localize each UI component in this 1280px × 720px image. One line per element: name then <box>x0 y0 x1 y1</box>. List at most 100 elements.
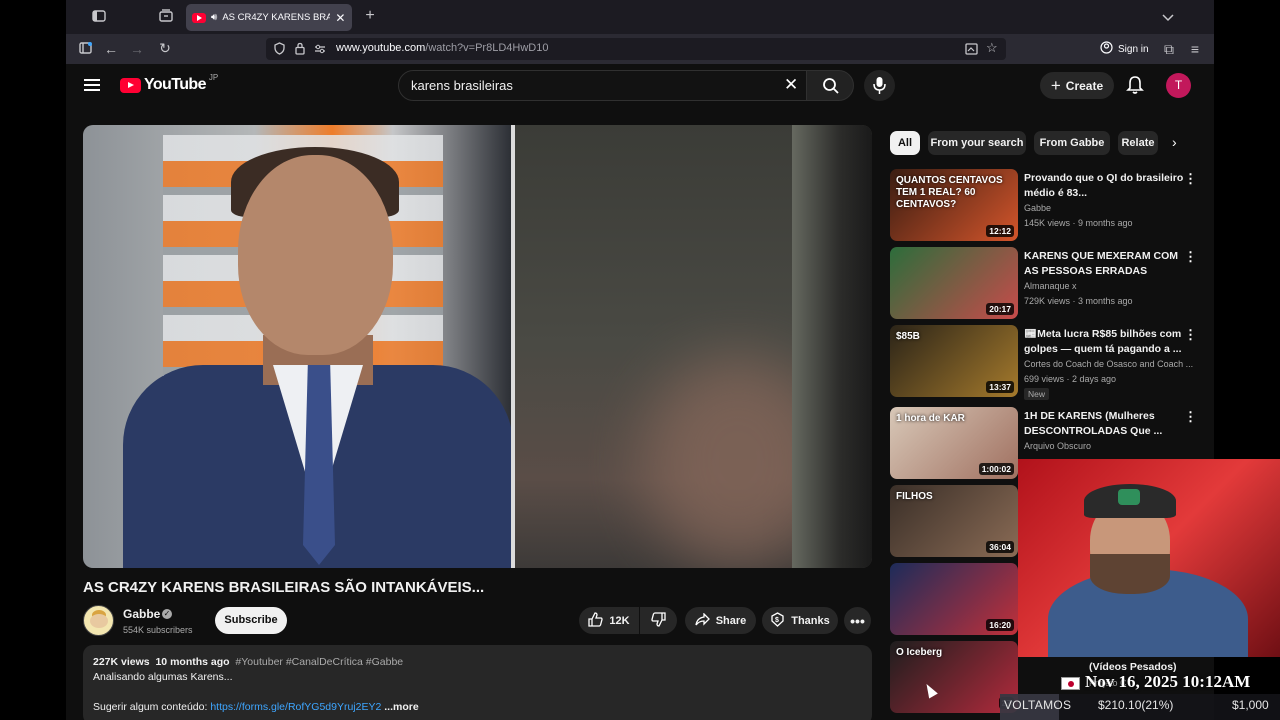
recommendation-channel[interactable]: Arquivo Obscuro <box>1024 441 1194 451</box>
user-avatar[interactable]: T <box>1166 73 1191 98</box>
speaker-icon[interactable]: 🔊︎ <box>211 12 217 23</box>
recommendation-channel[interactable]: Gabbe <box>1024 203 1194 213</box>
extensions-icon[interactable]: ⧉ <box>1162 41 1176 57</box>
subscribe-button[interactable]: Subscribe <box>215 607 287 634</box>
search-icon <box>822 77 840 100</box>
streamer-webcam <box>1018 459 1280 657</box>
thanks-button[interactable]: $ Thanks <box>762 607 838 634</box>
share-button[interactable]: Share <box>685 607 756 634</box>
reader-view-icon[interactable] <box>965 42 978 60</box>
recommendation-title[interactable]: Provando que o QI do brasileiro médio é … <box>1024 171 1194 201</box>
sign-in-label: Sign in <box>1118 43 1149 55</box>
back-arrow-icon[interactable]: ← <box>104 41 118 57</box>
recommendation-title[interactable]: KARENS QUE MEXERAM COM AS PESSOAS ERRADA… <box>1024 249 1194 279</box>
video-thumbnail[interactable]: FILHOS 36:04 <box>890 485 1018 557</box>
chip-from-your-search[interactable]: From your search <box>928 131 1026 155</box>
split-divider <box>511 125 515 568</box>
voice-search-button[interactable] <box>864 70 895 101</box>
chip-from-gabbe[interactable]: From Gabbe <box>1034 131 1110 155</box>
new-badge: New <box>1024 388 1050 400</box>
verified-check-icon: ✓ <box>162 609 172 619</box>
sidebar-toggle-icon[interactable] <box>90 9 108 25</box>
plus-icon: + <box>1050 75 1061 95</box>
more-vertical-icon[interactable]: ⋮ <box>1184 409 1197 425</box>
recommendation-item[interactable]: $85B 13:37 📰Meta lucra R$85 bilhões com go… <box>890 325 1214 400</box>
tab-overview-icon[interactable] <box>158 9 174 25</box>
video-thumbnail[interactable]: 1 hora de KAR 1:00:02 <box>890 407 1018 479</box>
shield-icon[interactable] <box>274 42 285 60</box>
youtube-logo[interactable]: YouTube JP <box>120 72 219 94</box>
recommendation-meta: 145K views · 9 months ago <box>1024 218 1133 228</box>
video-duration: 20:17 <box>986 303 1014 315</box>
japan-flag-icon <box>1061 677 1080 690</box>
guide-menu-icon[interactable] <box>84 76 100 94</box>
channel-name[interactable]: Gabbe <box>123 607 160 621</box>
recommendation-title[interactable]: 1H DE KARENS (Mulheres DESCONTROLADAS Qu… <box>1024 409 1194 439</box>
thumbnail-text: $85B <box>896 331 920 342</box>
video-thumbnail[interactable]: O Iceberg27 <box>890 641 1018 713</box>
recommendation-channel[interactable]: Almanaque x <box>1024 281 1194 291</box>
bookmark-star-icon[interactable]: ☆ <box>986 40 998 56</box>
channel-avatar[interactable] <box>83 605 114 636</box>
tab-list-chevron-icon[interactable] <box>1160 9 1176 25</box>
upload-age: 10 months ago <box>155 656 230 668</box>
more-vertical-icon[interactable]: ⋮ <box>1184 249 1197 265</box>
description-box[interactable]: 227K views 10 months ago #Youtuber #Cana… <box>83 645 872 720</box>
video-thumbnail[interactable]: 16:20 <box>890 563 1018 635</box>
video-thumbnail[interactable]: 20:17 <box>890 247 1018 319</box>
chips-next-chevron-icon[interactable]: › <box>1172 134 1177 150</box>
more-vertical-icon[interactable]: ⋮ <box>1184 327 1197 343</box>
sidebar-icon[interactable] <box>78 41 92 57</box>
url-text[interactable]: www.youtube.com/watch?v=Pr8LD4HwD10 <box>336 42 548 54</box>
permissions-icon[interactable] <box>314 42 326 60</box>
tab-bar: 🔊︎ AS CR4ZY KARENS BRASIL ✕ + <box>66 0 1214 34</box>
thumbnail-text: QUANTOS CENTAVOS TEM 1 REAL? 60 CENTAVOS… <box>896 175 1003 210</box>
create-button[interactable]: + Create <box>1040 72 1114 99</box>
chip-related[interactable]: Relate <box>1118 131 1158 155</box>
description-suggestion-line: Sugerir algum conteúdo: https://forms.gl… <box>93 700 862 715</box>
youtube-play-icon <box>120 77 141 93</box>
video-thumbnail[interactable]: QUANTOS CENTAVOS TEM 1 REAL? 60 CENTAVOS… <box>890 169 1018 241</box>
video-duration: 36:04 <box>986 541 1014 553</box>
firefox-sign-in-button[interactable]: Sign in <box>1100 40 1149 58</box>
close-tab-icon[interactable]: ✕ <box>335 11 345 25</box>
lock-icon[interactable] <box>295 42 305 60</box>
new-tab-icon[interactable]: + <box>362 8 378 24</box>
more-vertical-icon[interactable]: ⋮ <box>1184 171 1197 187</box>
account-icon <box>1100 41 1113 57</box>
active-tab[interactable]: 🔊︎ AS CR4ZY KARENS BRASIL ✕ <box>186 4 352 31</box>
recommendation-title[interactable]: 📰Meta lucra R$85 bilhões com golpes — qu… <box>1024 327 1194 357</box>
donation-goal: $1,000 <box>1232 698 1269 712</box>
chip-all[interactable]: All <box>890 131 920 155</box>
share-arrow-icon <box>695 611 710 629</box>
youtube-wordmark: YouTube <box>144 76 206 93</box>
super-thanks-icon: $ <box>770 611 785 630</box>
more-actions-button[interactable]: ••• <box>844 607 871 634</box>
youtube-favicon-icon <box>192 12 206 23</box>
clear-search-icon[interactable]: ✕ <box>784 75 798 95</box>
recommendation-item[interactable]: QUANTOS CENTAVOS TEM 1 REAL? 60 CENTAVOS… <box>890 169 1214 241</box>
like-count: 12K <box>609 614 630 627</box>
tab-title: AS CR4ZY KARENS BRASIL <box>222 12 331 23</box>
video-player[interactable] <box>83 125 872 568</box>
recommendation-channel[interactable]: Cortes do Coach de Osasco and Coach ... <box>1024 359 1194 369</box>
presenter-face <box>238 155 393 355</box>
country-code: JP <box>208 72 219 82</box>
description-meta: 227K views 10 months ago #Youtuber #Cana… <box>93 655 862 670</box>
reload-icon[interactable]: ↻ <box>158 40 172 56</box>
form-link[interactable]: https://forms.gle/RofYG5d9Yruj2EY2 <box>210 701 381 713</box>
video-thumbnail[interactable]: $85B 13:37 <box>890 325 1018 397</box>
thumbnail-text: FILHOS <box>896 491 933 502</box>
like-button[interactable]: 12K <box>579 607 639 634</box>
search-button[interactable] <box>806 70 854 101</box>
notifications-bell-icon[interactable] <box>1126 75 1144 100</box>
hashtags[interactable]: #Youtuber #CanalDeCrítica #Gabbe <box>235 656 403 668</box>
search-input[interactable]: karens brasileiras <box>398 70 807 101</box>
subscriber-count: 554K subscribers <box>123 625 193 635</box>
forward-arrow-icon[interactable]: → <box>130 41 144 57</box>
hamburger-menu-icon[interactable]: ≡ <box>1188 41 1202 57</box>
dislike-button[interactable] <box>640 607 677 634</box>
recommendation-item[interactable]: 20:17 KARENS QUE MEXERAM COM AS PESSOAS E… <box>890 247 1214 319</box>
video-duration: 12:12 <box>986 225 1014 237</box>
show-more-link[interactable]: ...more <box>384 701 418 713</box>
